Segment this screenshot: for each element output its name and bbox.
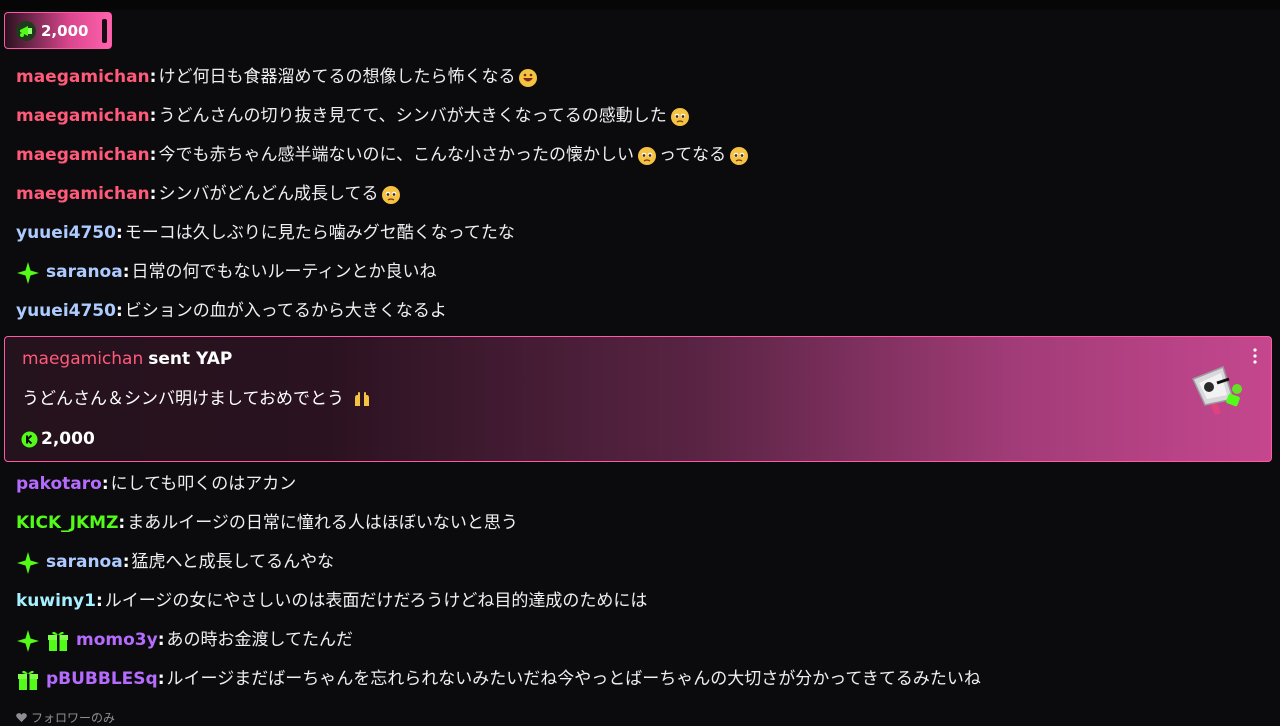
chat-username[interactable]: maegamichan: [16, 97, 150, 136]
top-bar: [0, 0, 1280, 10]
chat-list-bottom: pakotaro: にしても叩くのはアカン KICK_JKMZ: まあルイージの…: [16, 465, 1266, 699]
chat-message: maegamichan: シンバがどんどん成長してる: [16, 175, 1266, 214]
chat-message: saranoa: 猛虎へと成長してるんやな: [16, 543, 1266, 582]
colon: :: [149, 106, 157, 126]
chat-username[interactable]: kuwiny1: [16, 582, 96, 621]
chat-username[interactable]: yuuei4750: [16, 292, 116, 331]
chat-text: ビションの血が入ってるから大きくなるよ: [124, 301, 447, 321]
chat-text: 猛虎へと成長してるんやな: [131, 552, 335, 572]
pleading-face-icon: [730, 146, 749, 165]
gift-badge-icon: [18, 670, 38, 690]
chat-message: yuuei4750: ビションの血が入ってるから大きくなるよ: [16, 292, 1266, 331]
chat-list-top: maegamichan: けど何日も食器溜めてるの想像したら怖くなる maega…: [16, 58, 1266, 331]
heart-icon: [16, 713, 27, 723]
chat-text: ってなる: [658, 145, 727, 165]
chat-username[interactable]: maegamichan: [16, 58, 150, 97]
chat-text: うどんさんの切り抜き見てて、シンバが大きくなってるの感動した: [158, 106, 667, 126]
yap-header: maegamichan sent YAP: [22, 347, 232, 371]
chat-text: あの時お金渡してたんだ: [166, 630, 354, 650]
chat-text: にしても叩くのはアカン: [110, 474, 297, 494]
chat-message: pakotaro: にしても叩くのはアカン: [16, 465, 1266, 504]
sparkle-badge-icon: [17, 551, 39, 574]
yap-text: うどんさん＆シンバ明けましておめでとう: [22, 389, 344, 409]
chat-message: KICK_JKMZ: まあルイージの日常に憧れる人はほぼいないと思う: [16, 504, 1266, 543]
yap-amount: 2,000: [21, 427, 95, 451]
yap-sent-label: sent YAP: [148, 349, 233, 369]
sparkle-badge-icon: [17, 261, 39, 284]
chat-username[interactable]: maegamichan: [16, 175, 150, 214]
colon: :: [118, 513, 126, 533]
yap-message: うどんさん＆シンバ明けましておめでとう: [22, 387, 372, 411]
grinning-face-icon: [519, 68, 538, 87]
chat-text: ルイージの女にやさしいのは表面だけだろうけどね目的達成のためには: [104, 591, 648, 611]
colon: :: [115, 223, 123, 243]
colon: :: [149, 145, 157, 165]
chat-username[interactable]: saranoa: [46, 543, 123, 582]
chat-text: まあルイージの日常に憧れる人はほぼいないと思う: [127, 513, 518, 533]
colon: :: [157, 630, 165, 650]
chat-text: モーコは久しぶりに見たら噛みグセ酷くなってたな: [124, 223, 515, 243]
chat-message: yuuei4750: モーコは久しぶりに見たら噛みグセ酷くなってたな: [16, 214, 1266, 253]
chat-message: momo3y: あの時お金渡してたんだ: [16, 621, 1266, 660]
pinned-kicks-badge[interactable]: 2,000: [4, 12, 112, 49]
chat-username[interactable]: yuuei4750: [16, 214, 116, 253]
chat-username[interactable]: pakotaro: [16, 465, 102, 504]
pleading-face-icon: [382, 185, 401, 204]
yap-amount-value: 2,000: [41, 429, 95, 449]
kick-coin-icon: [21, 431, 38, 447]
pleading-face-icon: [637, 146, 656, 165]
gift-badge-icon: [48, 631, 68, 651]
megaphone-icon: [16, 20, 36, 41]
chat-message: kuwiny1: ルイージの女にやさしいのは表面だけだろうけどね目的達成のために…: [16, 582, 1266, 621]
pleading-face-icon: [670, 107, 689, 126]
yap-username[interactable]: maegamichan: [22, 349, 143, 369]
sparkle-badge-icon: [17, 629, 39, 652]
chat-text: ルイージまだばーちゃんを忘れられないみたいだね今やっとばーちゃんの大切さが分かっ…: [166, 669, 981, 689]
colon: :: [95, 591, 103, 611]
chat-username[interactable]: maegamichan: [16, 136, 150, 175]
chat-text: 日常の何でもないルーティンとか良いね: [131, 262, 437, 282]
pinned-amount: 2,000: [41, 21, 89, 40]
followers-only-label: フォロワーのみ: [31, 711, 116, 725]
colon: :: [115, 301, 123, 321]
colon: :: [157, 669, 165, 689]
chat-username[interactable]: KICK_JKMZ: [16, 504, 118, 543]
chat-message: maegamichan: 今でも赤ちゃん感半端ないのに、こんな小さかったの懐かし…: [16, 136, 1266, 175]
chat-message: maegamichan: うどんさんの切り抜き見てて、シンバが大きくなってるの感…: [16, 97, 1266, 136]
chat-message: saranoa: 日常の何でもないルーティンとか良いね: [16, 253, 1266, 292]
chat-mode-indicator: フォロワーのみ: [16, 709, 115, 726]
colon: :: [149, 184, 157, 204]
chat-message: maegamichan: けど何日も食器溜めてるの想像したら怖くなる: [16, 58, 1266, 97]
chat-username[interactable]: saranoa: [46, 253, 123, 292]
chat-text: 今でも赤ちゃん感半端ないのに、こんな小さかったの懐かしい: [158, 145, 634, 165]
chat-message: pBUBBLESq: ルイージまだばーちゃんを忘れられないみたいだね今やっとばー…: [16, 660, 1266, 699]
chat-text: シンバがどんどん成長してる: [158, 184, 379, 204]
pinned-divider: [102, 19, 107, 43]
chat-text: けど何日も食器溜めてるの想像したら怖くなる: [158, 67, 516, 87]
colon: :: [122, 552, 130, 572]
chat-username[interactable]: pBUBBLESq: [46, 660, 158, 699]
colon: :: [149, 67, 157, 87]
colon: :: [101, 474, 109, 494]
raised-hands-icon: [355, 392, 370, 406]
megaphone-icon: [1191, 366, 1242, 415]
colon: :: [122, 262, 130, 282]
chat-username[interactable]: momo3y: [76, 621, 158, 660]
yap-highlight-card: maegamichan sent YAP うどんさん＆シンバ明けましておめでとう …: [4, 336, 1272, 462]
kebab-menu-icon[interactable]: [1252, 347, 1258, 365]
